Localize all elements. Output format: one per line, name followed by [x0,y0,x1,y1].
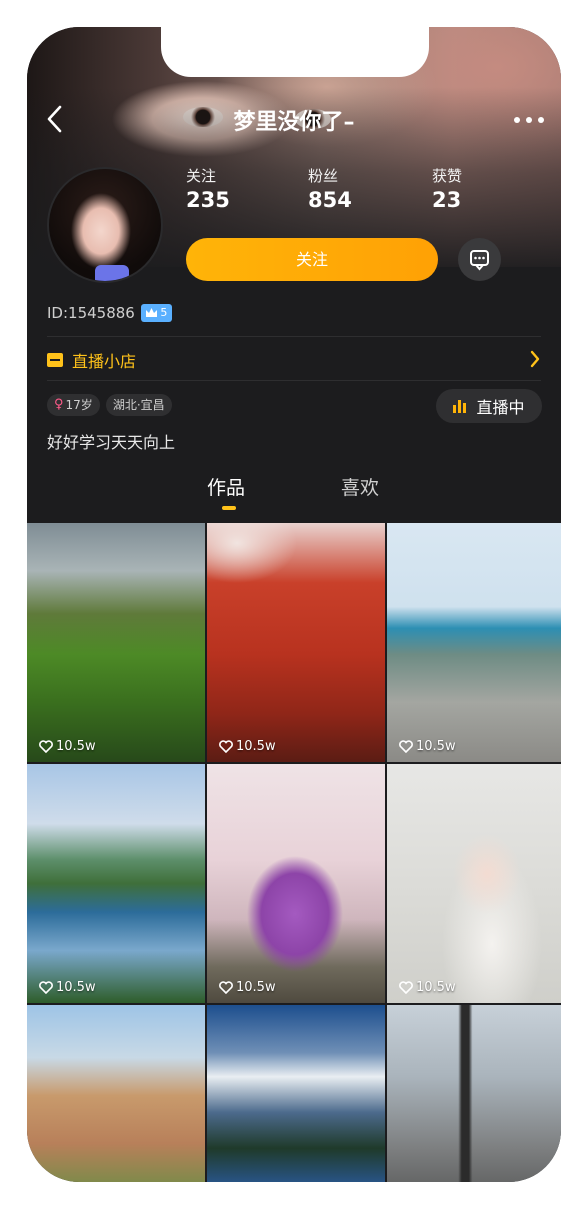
chevron-right-icon [530,350,540,368]
heart-icon [399,981,413,994]
stat-likes[interactable]: 获赞 23 [432,165,462,212]
like-count: 10.5w [399,980,456,995]
live-button[interactable]: 直播中 [436,389,542,423]
live-label: 直播中 [476,398,525,417]
tab-works[interactable]: 作品 [207,473,245,500]
more-dots-icon [514,117,544,123]
message-icon [470,250,489,271]
heart-icon [219,740,233,753]
stat-label: 获赞 [432,167,463,185]
female-icon: ♀ [54,397,64,412]
bio: 好好学习天天向上 [47,433,176,452]
user-id-row: ID:1545886 5 [47,304,173,322]
divider [47,336,541,337]
follow-button[interactable]: 关注 [186,238,438,281]
age-tag: ♀ 17岁 [47,394,100,416]
like-count: 10.5w [219,980,276,995]
post-thumbnail[interactable]: 10.5w [27,764,205,1003]
live-shop-row[interactable]: 直播小店 [47,345,541,375]
post-thumbnail[interactable]: 10.5w [207,523,385,762]
user-id: ID:1545886 [47,304,135,322]
like-count: 10.5w [39,739,96,754]
tab-indicator [222,506,236,510]
vip-level: 5 [160,306,168,319]
crown-icon [145,308,157,317]
stat-following[interactable]: 关注 235 [186,165,230,212]
tab-favorites[interactable]: 喜欢 [341,473,379,500]
heart-icon [399,740,413,753]
stat-value: 854 [308,188,352,212]
stat-followers[interactable]: 粉丝 854 [308,165,352,212]
heart-icon [39,981,53,994]
page-title: 梦里没你了– [233,110,355,135]
top-bar: 梦里没你了– [27,102,561,142]
age-text: 17岁 [65,398,93,412]
post-thumbnail[interactable]: 10.5w [387,523,561,762]
avatar[interactable] [47,167,163,283]
divider [47,380,541,381]
avatar-collar [95,265,129,281]
heart-icon [219,981,233,994]
more-button[interactable] [511,110,547,130]
heart-icon [39,740,53,753]
like-count: 10.5w [399,739,456,754]
post-thumbnail[interactable] [207,1005,385,1182]
stat-label: 关注 [186,167,217,185]
shop-icon [47,353,63,367]
stat-value: 235 [186,188,230,212]
message-button[interactable] [458,238,501,281]
post-thumbnail[interactable]: 10.5w [387,764,561,1003]
vip-badge: 5 [140,304,173,322]
phone-screen: 梦里没你了– 关注 235 粉丝 854 获赞 23 关注 ID:1545886 [27,27,561,1182]
stat-value: 23 [432,188,462,212]
profile-tags: ♀ 17岁 湖北·宜昌 [47,394,172,416]
location-tag: 湖北·宜昌 [105,394,172,416]
post-thumbnail[interactable]: 10.5w [27,523,205,762]
device-notch [161,27,429,77]
live-bars-icon [453,399,467,413]
like-count: 10.5w [219,739,276,754]
post-thumbnail[interactable]: 10.5w [207,764,385,1003]
like-count: 10.5w [39,980,96,995]
post-thumbnail[interactable] [27,1005,205,1182]
post-thumbnail[interactable] [387,1005,561,1182]
stat-label: 粉丝 [308,167,339,185]
shop-label: 直播小店 [72,352,137,371]
